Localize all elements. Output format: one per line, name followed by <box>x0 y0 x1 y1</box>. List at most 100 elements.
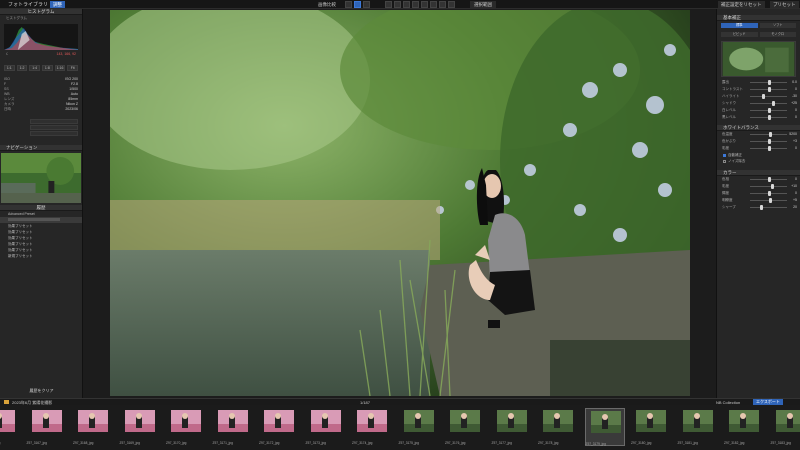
filmstrip-thumb[interactable]: Z97_3182_jpg <box>724 408 764 446</box>
filmstrip-thumb[interactable]: Z97_3166_jpg <box>0 408 20 446</box>
toggle-soft[interactable]: ソフト <box>759 23 796 28</box>
filmstrip-thumb[interactable]: Z97_3181_jpg <box>678 408 718 446</box>
keyword-field[interactable] <box>30 119 78 124</box>
slider-knob[interactable] <box>767 177 771 182</box>
radial-icon[interactable] <box>412 1 419 8</box>
thumb-caption: Z97_3169_jpg <box>119 441 140 445</box>
thumb-image <box>729 410 759 432</box>
slider-row[interactable]: シャープ 20 <box>720 204 797 211</box>
slider-row[interactable]: 明瞭度 +5 <box>720 197 797 204</box>
moon-icon[interactable]: ☾ <box>6 52 9 57</box>
filmstrip-thumb[interactable]: Z97_3168_jpg <box>73 408 113 446</box>
slider-value: 0 <box>795 108 797 112</box>
toggle-standard[interactable]: 標準 <box>721 23 758 28</box>
slider-knob[interactable] <box>769 198 773 203</box>
zoom-1-8-button[interactable]: 1:8 <box>42 65 53 71</box>
zoom-1-4-button[interactable]: 1:4 <box>29 65 41 71</box>
slider-row[interactable]: 露出 0.0 <box>720 79 797 86</box>
filmstrip-thumb[interactable]: Z97_3177_jpg <box>492 408 532 446</box>
filmstrip-thumb[interactable]: Z97_3176_jpg <box>445 408 485 446</box>
preset-item[interactable]: 新規プリセット <box>0 253 82 259</box>
tab-adjust[interactable]: 調整 <box>50 1 65 8</box>
filmstrip-thumb[interactable]: Z97_3183_jpg <box>771 408 800 446</box>
filmstrip-thumb[interactable]: Z97_3179_jpg <box>584 408 625 446</box>
slider-knob[interactable] <box>767 115 771 120</box>
filmstrip-thumb[interactable]: Z97_3180_jpg <box>631 408 671 446</box>
thumb-caption: Z97_3172_jpg <box>259 441 280 445</box>
slider-row[interactable]: 輝度 0 <box>720 190 797 197</box>
slider-row[interactable]: コントラスト 0 <box>720 86 797 93</box>
filmstrip-thumb[interactable]: Z97_3170_jpg <box>166 408 206 446</box>
slider-row[interactable]: 色かぶり +3 <box>720 138 797 145</box>
slider-row[interactable]: 彩度 0 <box>720 145 797 152</box>
navigator-header[interactable]: ナビゲーション <box>0 145 82 151</box>
toggle-mono[interactable]: モノクロ <box>759 32 796 37</box>
image-viewer[interactable] <box>83 9 716 398</box>
histogram <box>4 24 78 50</box>
filmstrip-thumb[interactable]: Z97_3167_jpg <box>27 408 67 446</box>
slider-value: 0 <box>795 115 797 119</box>
slider-row[interactable]: 色相 0 <box>720 176 797 183</box>
zoom-fit-button[interactable]: Fit <box>67 65 79 71</box>
zoom-1-2-button[interactable]: 1:2 <box>16 65 28 71</box>
crop-icon[interactable] <box>385 1 392 8</box>
filmstrip-thumb[interactable]: Z97_3172_jpg <box>259 408 299 446</box>
filmstrip-thumb[interactable]: Z97_3173_jpg <box>306 408 346 446</box>
slider-track[interactable] <box>750 96 787 97</box>
compare-button[interactable]: 画像比較 <box>318 1 336 8</box>
presets-button[interactable]: プリセット <box>770 1 799 8</box>
slider-knob[interactable] <box>772 101 776 106</box>
slider-knob[interactable] <box>769 132 773 137</box>
rotate-icon[interactable] <box>439 1 446 8</box>
slider-knob[interactable] <box>767 191 771 196</box>
slider-knob[interactable] <box>761 94 765 99</box>
slider-track[interactable] <box>750 207 787 208</box>
grid-icon[interactable] <box>345 1 352 8</box>
filmstrip-thumb[interactable]: Z97_3169_jpg <box>120 408 160 446</box>
filmstrip-thumb[interactable]: Z97_3171_jpg <box>213 408 253 446</box>
slider-track[interactable] <box>750 103 787 104</box>
heal-icon[interactable] <box>421 1 428 8</box>
navigator-thumbnail[interactable] <box>1 153 81 203</box>
slider-knob[interactable] <box>759 205 763 210</box>
slider-knob[interactable] <box>768 139 772 144</box>
slider-row[interactable]: 彩度 +10 <box>720 183 797 190</box>
slider-row[interactable]: 色温度 5200 <box>720 131 797 138</box>
brush-icon[interactable] <box>394 1 401 8</box>
selection-button[interactable]: 選択範囲 <box>470 1 496 8</box>
flip-icon[interactable] <box>448 1 455 8</box>
slider-knob[interactable] <box>771 184 775 189</box>
slider-value: +25 <box>791 101 797 105</box>
slider-knob[interactable] <box>767 87 771 92</box>
reset-adjustments-button[interactable]: 補正設定をリセット <box>718 1 765 8</box>
slider-track[interactable] <box>750 186 787 187</box>
slider-row[interactable]: 白レベル 0 <box>720 107 797 114</box>
thumb-caption: Z97_3181_jpg <box>677 441 698 445</box>
clear-history-button[interactable]: 履歴をクリア <box>0 388 83 394</box>
slider-knob[interactable] <box>767 146 771 151</box>
main-photo[interactable] <box>110 10 690 396</box>
thumb-caption: Z97_3167_jpg <box>26 441 47 445</box>
slider-knob[interactable] <box>767 80 771 85</box>
slider-label: 白レベル <box>722 108 736 112</box>
filmstrip-thumb[interactable]: Z97_3174_jpg <box>352 408 392 446</box>
slider-row[interactable]: 黒レベル 0 <box>720 114 797 121</box>
slider-label: 色温度 <box>722 132 733 136</box>
zoom-1-16-button[interactable]: 1:16 <box>54 65 66 71</box>
toggle-vivid[interactable]: ビビッド <box>721 32 758 37</box>
filmstrip-thumb[interactable]: Z97_3175_jpg <box>399 408 439 446</box>
gradient-icon[interactable] <box>403 1 410 8</box>
slider-value: -30 <box>791 94 797 98</box>
slider-row[interactable]: シャドウ +25 <box>720 100 797 107</box>
rating-field[interactable] <box>30 125 78 130</box>
single-view-icon[interactable] <box>354 1 361 8</box>
top-toolbar: フォトライブラリ 調整 画像比較 選択範囲 補正設定をリセット プリセット <box>0 0 800 9</box>
slider-row[interactable]: ハイライト -30 <box>720 93 797 100</box>
redeye-icon[interactable] <box>430 1 437 8</box>
thumb-image <box>403 410 434 432</box>
zoom-1-1-button[interactable]: 1:1 <box>4 65 15 71</box>
zoom-icon[interactable] <box>363 1 370 8</box>
filmstrip-thumb[interactable]: Z97_3178_jpg <box>538 408 578 446</box>
slider-knob[interactable] <box>767 108 771 113</box>
caption-field[interactable] <box>30 131 78 136</box>
